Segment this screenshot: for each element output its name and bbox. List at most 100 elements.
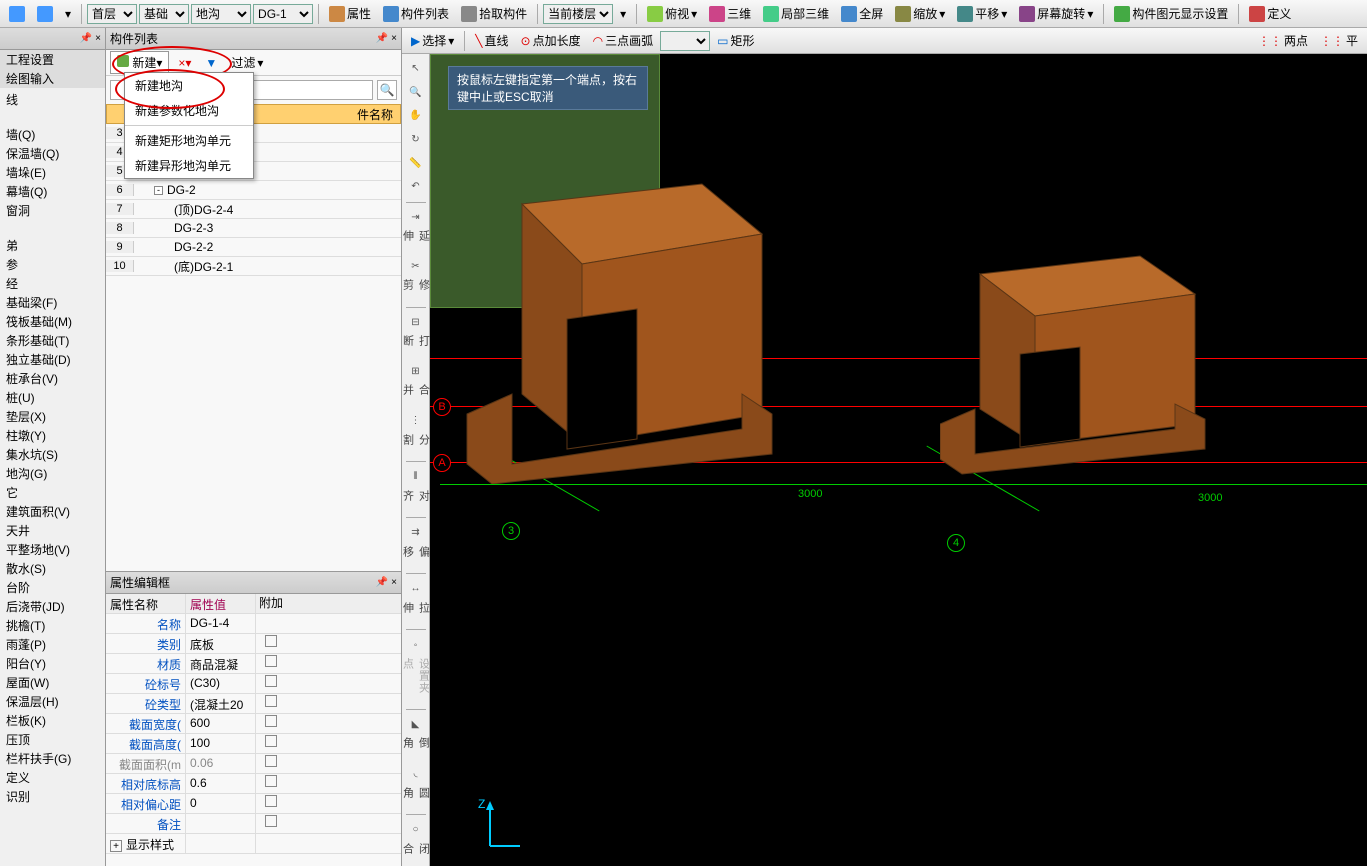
vtb-undo2[interactable]: ↶ <box>405 176 427 198</box>
tree-item[interactable]: 定义 <box>0 768 105 787</box>
btn-line[interactable]: ╲ 直线 <box>470 29 513 52</box>
list-row[interactable]: 10(底)DG-2-1 <box>106 257 401 276</box>
tree-item[interactable]: 屋面(W) <box>0 673 105 692</box>
btn-pan[interactable]: 平移▾ <box>952 2 1012 25</box>
prop-row[interactable]: 名称DG-1-4 <box>106 614 401 634</box>
tree-item[interactable]: 墙垛(E) <box>0 163 105 182</box>
tree-item[interactable]: 独立基础(D) <box>0 350 105 369</box>
tree-item[interactable]: 筏板基础(M) <box>0 312 105 331</box>
tree-item[interactable]: 建筑面积(V) <box>0 502 105 521</box>
list-row[interactable]: 7(顶)DG-2-4 <box>106 200 401 219</box>
vtb-cursor[interactable]: ↖ <box>405 58 427 80</box>
tree-item[interactable]: 桩承台(V) <box>0 369 105 388</box>
hdr-engineering[interactable]: 工程设置 <box>0 50 105 69</box>
vtb-merge[interactable]: ⊞ <box>405 361 427 383</box>
tree-item[interactable]: 柱墩(Y) <box>0 426 105 445</box>
expand-icon[interactable]: + <box>110 840 122 852</box>
btn-local3d[interactable]: 局部三维 <box>758 2 834 25</box>
btn-filter[interactable]: 过滤▾ <box>226 51 268 74</box>
prop-pin-icon[interactable]: 📌 × <box>376 577 397 588</box>
prop-row[interactable]: 相对偏心距0 <box>106 794 401 814</box>
tree-item[interactable]: 平整场地(V) <box>0 540 105 559</box>
sel-curfloor[interactable]: 当前楼层 <box>543 4 613 24</box>
btn-attr[interactable]: 属性 <box>324 2 376 25</box>
tree-item[interactable]: 保温墙(Q) <box>0 144 105 163</box>
tree-item[interactable]: 墙(Q) <box>0 125 105 144</box>
vtb-split[interactable]: ⋮ <box>405 410 427 432</box>
btn-full[interactable]: 全屏 <box>836 2 888 25</box>
vtb-close[interactable]: ○ <box>405 819 427 841</box>
vtb-ext[interactable]: ⇥ <box>405 207 427 229</box>
vtb-break[interactable]: ⊟ <box>405 312 427 334</box>
vtb-zoom[interactable]: 🔍 <box>405 82 427 104</box>
sel-floor[interactable]: 首层 <box>87 4 137 24</box>
tree-item[interactable]: 台阶 <box>0 578 105 597</box>
prop-row[interactable]: 砼标号(C30) <box>106 674 401 694</box>
prop-dispstyle[interactable]: +显示样式 <box>106 834 401 854</box>
list-row[interactable]: 6-DG-2 <box>106 181 401 200</box>
tree-item[interactable]: 天井 <box>0 521 105 540</box>
sel-ditch[interactable]: 地沟 <box>191 4 251 24</box>
vtb-stretch[interactable]: ↔ <box>405 578 427 600</box>
popup-new-irreg[interactable]: 新建异形地沟单元 <box>125 153 253 178</box>
prop-row[interactable]: 备注 <box>106 814 401 834</box>
tb-redo[interactable] <box>32 3 58 25</box>
popup-new-rect[interactable]: 新建矩形地沟单元 <box>125 128 253 153</box>
tree-item[interactable]: 基础梁(F) <box>0 293 105 312</box>
tb-more[interactable]: ▾ <box>60 4 76 24</box>
tree-item[interactable]: 栏板(K) <box>0 711 105 730</box>
vtb-trim[interactable]: ✂ <box>405 256 427 278</box>
tree-item[interactable]: 幕墙(Q) <box>0 182 105 201</box>
tree-item[interactable]: 它 <box>0 483 105 502</box>
prop-row[interactable]: 相对底标高0.6 <box>106 774 401 794</box>
tree-item[interactable] <box>0 220 105 236</box>
vtb-chamfer[interactable]: ◣ <box>405 714 427 736</box>
canvas[interactable]: 按鼠标左键指定第一个端点，按右键中止或ESC取消 B A 3 4 3000 30… <box>430 54 1367 866</box>
list-row[interactable]: 8DG-2-3 <box>106 219 401 238</box>
vtb-rot[interactable]: ↻ <box>405 129 427 151</box>
list-row[interactable]: 9DG-2-2 <box>106 238 401 257</box>
tree-item[interactable]: 经 <box>0 274 105 293</box>
hdr-draw[interactable]: 绘图输入 <box>0 69 105 88</box>
btn-rect[interactable]: ▭ 矩形 <box>712 29 759 52</box>
btn-filter-icon[interactable]: ▼ <box>200 53 222 73</box>
vtb-offset[interactable]: ⇉ <box>405 522 427 544</box>
popup-new-ditch[interactable]: 新建地沟 <box>125 73 253 98</box>
tree-item[interactable]: 雨蓬(P) <box>0 635 105 654</box>
btn-2pt[interactable]: ⋮⋮ 两点 <box>1253 29 1313 52</box>
tree-item[interactable]: 阳台(Y) <box>0 654 105 673</box>
btn-3d[interactable]: 三维 <box>704 2 756 25</box>
tree-item[interactable]: 窗洞 <box>0 201 105 220</box>
prop-row[interactable]: 截面高度(100 <box>106 734 401 754</box>
btn-select[interactable]: ▶ 选择 ▾ <box>406 29 459 52</box>
tree-item[interactable]: 后浇带(JD) <box>0 597 105 616</box>
tree-item[interactable]: 地沟(G) <box>0 464 105 483</box>
vtb-fillet[interactable]: ◟ <box>405 763 427 785</box>
tree-item[interactable]: 集水坑(S) <box>0 445 105 464</box>
btn-ptlen[interactable]: ⊙ 点加长度 <box>516 29 586 52</box>
tree-item[interactable]: 线 <box>0 90 105 109</box>
btn-persp[interactable]: 俯视▾ <box>642 2 702 25</box>
search-icon[interactable]: 🔍 <box>377 80 397 100</box>
prop-row[interactable]: 类别底板 <box>106 634 401 654</box>
tree-item[interactable]: 参 <box>0 255 105 274</box>
prop-row[interactable]: 砼类型(混凝土20 <box>106 694 401 714</box>
popup-new-param[interactable]: 新建参数化地沟 <box>125 98 253 123</box>
btn-zoom[interactable]: 缩放▾ <box>890 2 950 25</box>
btn-new[interactable]: 新建▾ <box>110 51 169 74</box>
tree-item[interactable]: 条形基础(T) <box>0 331 105 350</box>
vtb-meas[interactable]: 📏 <box>405 152 427 174</box>
btn-complist[interactable]: 构件列表 <box>378 2 454 25</box>
vtb-pan[interactable]: ✋ <box>405 105 427 127</box>
tb-down[interactable]: ▾ <box>615 4 631 24</box>
tree-item[interactable]: 识别 <box>0 787 105 806</box>
btn-dispset[interactable]: 构件图元显示设置 <box>1109 2 1233 25</box>
tree-item[interactable]: 压顶 <box>0 730 105 749</box>
prop-row[interactable]: 截面面积(m0.06 <box>106 754 401 774</box>
btn-ping[interactable]: ⋮⋮ 平 <box>1315 29 1363 52</box>
btn-rotate[interactable]: 屏幕旋转▾ <box>1014 2 1098 25</box>
pin-icon[interactable]: 📌 × <box>80 33 101 44</box>
tree-item[interactable]: 栏杆扶手(G) <box>0 749 105 768</box>
btn-pick[interactable]: 拾取构件 <box>456 2 532 25</box>
tree-item[interactable] <box>0 109 105 125</box>
